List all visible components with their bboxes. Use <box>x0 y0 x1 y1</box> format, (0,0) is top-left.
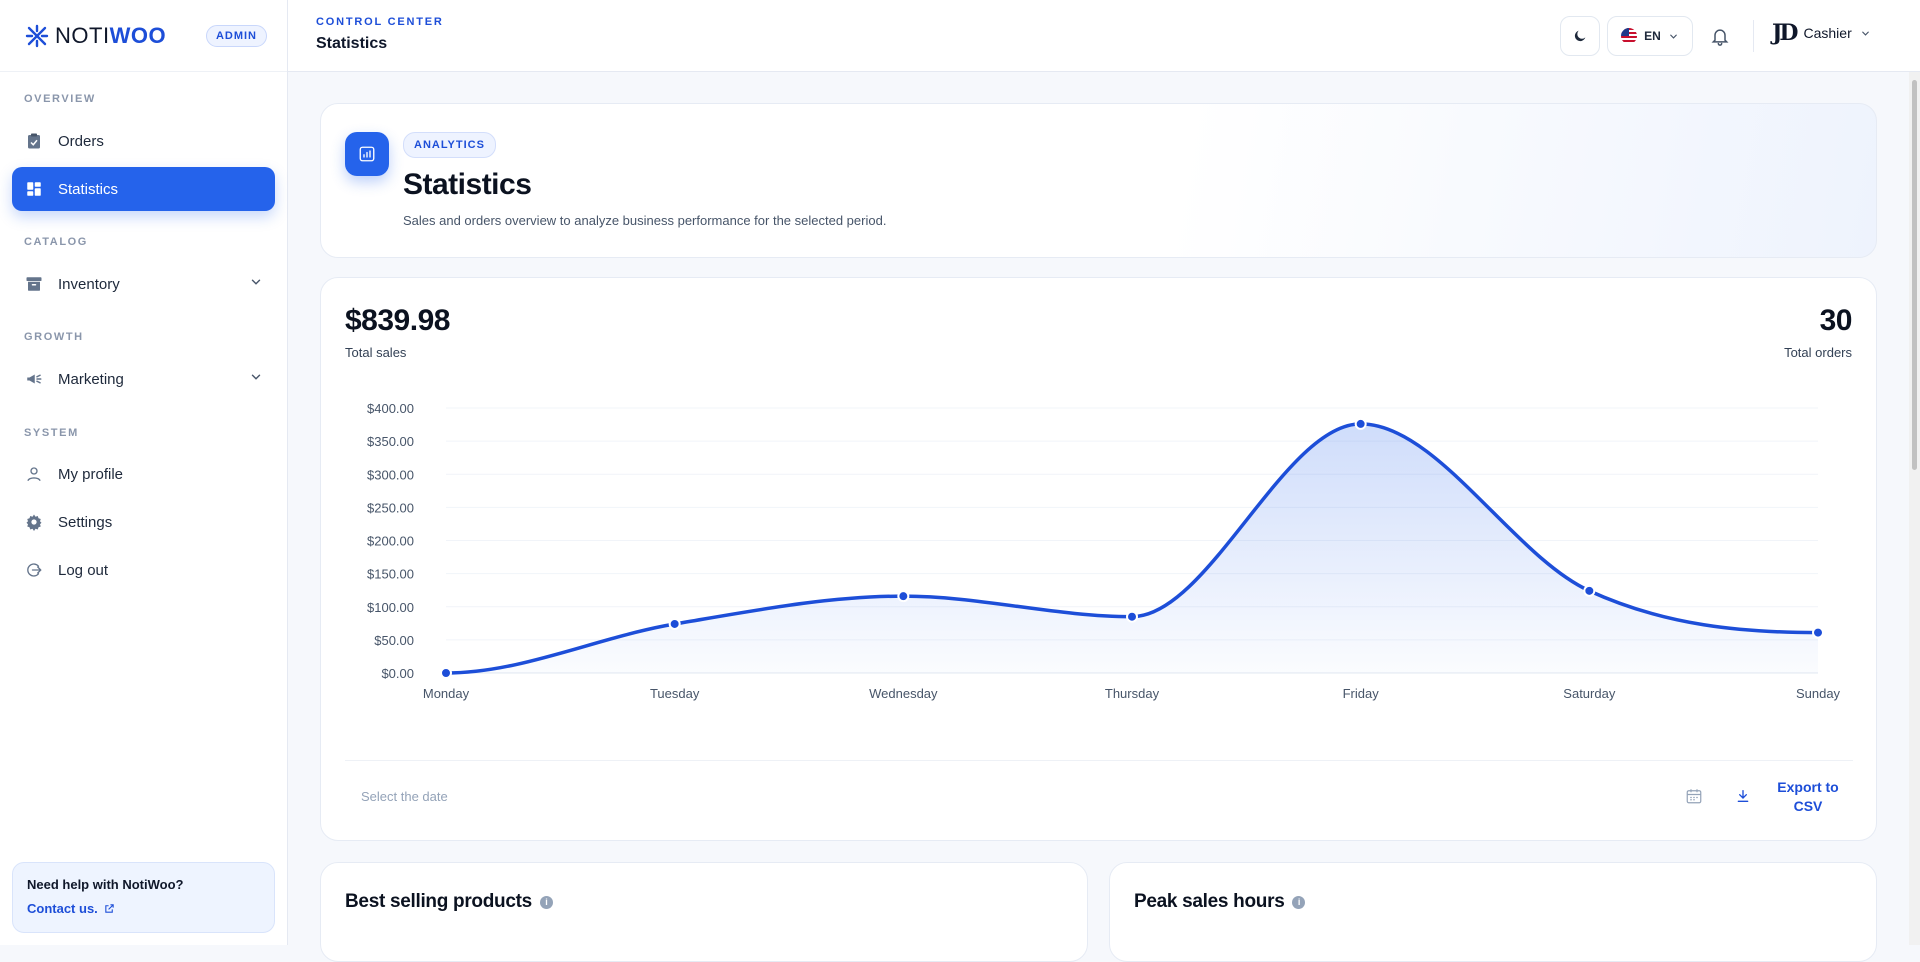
y-tick-label: $0.00 <box>381 666 414 681</box>
user-name: Cashier <box>1803 25 1852 41</box>
analytics-hero-card: ANALYTICS Statistics Sales and orders ov… <box>320 103 1877 258</box>
y-tick-label: $250.00 <box>367 500 414 515</box>
analytics-icon <box>345 132 389 176</box>
peak-sales-hours-card: Peak sales hours i <box>1109 862 1877 962</box>
us-flag-icon <box>1621 28 1638 44</box>
page-title: Statistics <box>316 35 388 52</box>
sales-area-fill <box>446 423 1818 673</box>
best-selling-products-card: Best selling products i <box>320 862 1088 962</box>
puzzle-logo-icon <box>25 24 49 47</box>
export-csv-button[interactable]: Export to CSV <box>1763 778 1853 816</box>
megaphone-icon <box>24 369 44 389</box>
archive-icon <box>24 274 44 294</box>
data-point <box>1583 584 1596 597</box>
header-kicker: CONTROL CENTER <box>316 16 444 28</box>
y-tick-label: $50.00 <box>374 633 414 648</box>
data-point <box>668 617 681 630</box>
sidebar-item-label: Inventory <box>58 275 120 293</box>
y-tick-label: $100.00 <box>367 600 414 615</box>
chevron-down-icon <box>249 370 263 388</box>
analytics-badge: ANALYTICS <box>403 132 496 158</box>
x-tick-label: Tuesday <box>650 686 700 701</box>
language-label: EN <box>1644 29 1661 43</box>
hero-title: Statistics <box>403 168 532 201</box>
sales-chart-card: $839.98 Total sales 30 Total orders $0.0… <box>320 277 1877 841</box>
y-tick-label: $300.00 <box>367 467 414 482</box>
download-icon[interactable] <box>1735 787 1751 810</box>
sidebar-item-logout[interactable]: Log out <box>12 548 275 592</box>
date-input[interactable]: Select the date <box>361 789 448 804</box>
moon-icon <box>1574 30 1586 42</box>
best-selling-title: Best selling products i <box>345 891 553 913</box>
info-icon[interactable]: i <box>1292 895 1306 909</box>
dashboard-icon <box>24 179 44 199</box>
sidebar-item-label: My profile <box>58 465 124 483</box>
sidebar: NOTIWOO ADMIN OVERVIEW Orders Statistics… <box>0 0 288 945</box>
help-title: Need help with NotiWoo? <box>27 877 184 892</box>
external-link-icon <box>105 904 114 913</box>
sidebar-item-settings[interactable]: Settings <box>12 500 275 544</box>
y-tick-label: $400.00 <box>367 401 414 416</box>
sidebar-item-inventory[interactable]: Inventory <box>12 262 275 306</box>
chart-toolbar: Select the date Export to CSV <box>345 760 1853 842</box>
x-tick-label: Wednesday <box>869 686 938 701</box>
x-tick-label: Monday <box>423 686 470 701</box>
clipboard-icon <box>24 131 44 151</box>
nav-section-catalog: CATALOG <box>24 236 88 248</box>
x-tick-label: Saturday <box>1563 686 1616 701</box>
theme-toggle-button[interactable] <box>1560 16 1600 56</box>
admin-badge: ADMIN <box>205 24 267 47</box>
sidebar-item-statistics[interactable]: Statistics <box>12 167 275 211</box>
logout-icon <box>24 560 44 580</box>
user-icon <box>24 464 44 484</box>
chevron-down-icon <box>1669 34 1677 39</box>
calendar-icon[interactable] <box>1685 787 1703 810</box>
data-point <box>440 667 452 679</box>
nav-section-overview: OVERVIEW <box>24 93 96 105</box>
x-tick-label: Thursday <box>1105 686 1160 701</box>
peak-hours-title: Peak sales hours i <box>1134 891 1306 913</box>
chevron-down-icon <box>249 275 263 293</box>
avatar: JD <box>1772 20 1798 46</box>
sidebar-item-label: Statistics <box>58 180 119 198</box>
top-header: CONTROL CENTER Statistics EN JD Cashier <box>288 0 1920 72</box>
gear-icon <box>24 512 44 532</box>
brand-bar: NOTIWOO ADMIN <box>0 0 287 72</box>
data-point <box>1126 610 1138 623</box>
y-tick-label: $350.00 <box>367 434 414 449</box>
page-scrollbar[interactable] <box>1909 72 1920 945</box>
nav-section-system: SYSTEM <box>24 427 79 439</box>
sidebar-item-my-profile[interactable]: My profile <box>12 452 275 496</box>
user-menu[interactable]: JD Cashier <box>1772 20 1871 46</box>
scrollbar-thumb[interactable] <box>1912 80 1917 470</box>
brand-logo[interactable]: NOTIWOO <box>25 23 166 49</box>
y-tick-label: $150.00 <box>367 567 414 582</box>
y-tick-label: $200.00 <box>367 534 414 549</box>
data-point <box>1812 626 1824 639</box>
contact-link[interactable]: Contact us. <box>27 901 260 916</box>
x-tick-label: Sunday <box>1796 686 1841 701</box>
header-divider <box>1753 20 1754 52</box>
help-card: Need help with NotiWoo? Contact us. <box>12 862 275 933</box>
data-point <box>1354 417 1367 430</box>
sidebar-item-label: Orders <box>58 132 104 150</box>
data-point <box>897 590 910 603</box>
x-tick-label: Friday <box>1343 686 1380 701</box>
sidebar-item-orders[interactable]: Orders <box>12 119 275 163</box>
sidebar-item-label: Settings <box>58 513 113 531</box>
sales-line-chart: $0.00 $50.00 $100.00 $150.00 $200.00 $250.00 $… <box>367 401 1841 701</box>
bell-icon <box>1711 29 1729 46</box>
brand-name: NOTIWOO <box>55 22 167 48</box>
hero-subtitle: Sales and orders overview to analyze bus… <box>403 213 887 228</box>
chevron-down-icon <box>1861 31 1869 36</box>
sidebar-item-marketing[interactable]: Marketing <box>12 357 275 401</box>
language-select[interactable]: EN <box>1607 16 1693 56</box>
sidebar-item-label: Log out <box>58 561 109 579</box>
info-icon[interactable]: i <box>539 895 553 909</box>
notifications-button[interactable] <box>1710 26 1730 51</box>
nav-section-growth: GROWTH <box>24 331 84 343</box>
sidebar-item-label: Marketing <box>58 370 124 388</box>
